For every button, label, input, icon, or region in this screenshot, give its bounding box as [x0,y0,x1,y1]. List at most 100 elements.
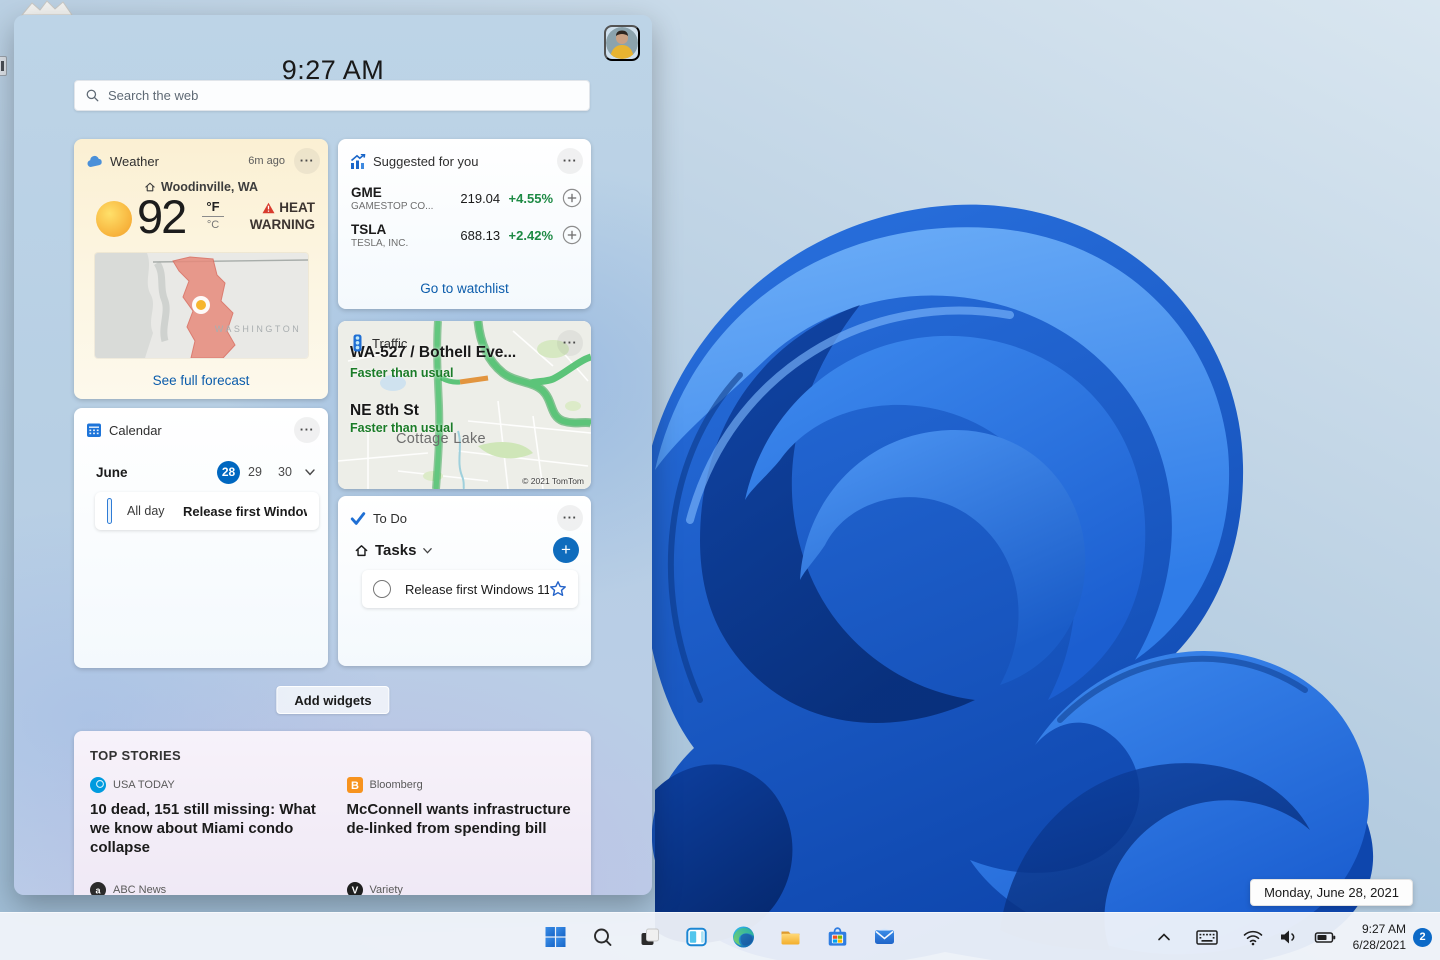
chevron-up-icon [1157,933,1170,941]
calendar-widget[interactable]: Calendar ··· June 28 29 30 All day Relea… [74,408,328,668]
search-input[interactable] [108,88,579,103]
tray-show-hidden-icons-button[interactable] [1151,925,1177,949]
screen: 9:27 AM Search the web Weather 6m ago ··… [0,0,1440,960]
taskbar-edge-button[interactable] [724,917,764,957]
heat-warning: HEAT WARNING [249,200,315,232]
unit-toggle[interactable]: °F °C [202,199,224,231]
news-story-partial[interactable]: a ABC News [90,882,319,895]
calendar-expand-chevron-icon[interactable] [304,466,316,478]
task-title: Release first Windows 11... [405,581,549,597]
usa-today-icon [90,777,106,793]
home-icon [355,544,368,556]
taskbar-store-button[interactable] [818,917,858,957]
story-headline: 10 dead, 151 still missing: What we know… [90,801,316,857]
weather-temperature: 92 [137,190,187,243]
taskbar-file-explorer-button[interactable] [771,917,811,957]
see-full-forecast-link[interactable]: See full forecast [74,373,328,388]
tray-wifi-button[interactable] [1237,923,1269,951]
todo-title: To Do [373,510,407,526]
unit-celsius[interactable]: °C [202,219,224,231]
speaker-icon [1280,930,1295,944]
wifi-icon [1243,930,1262,946]
calendar-more-button[interactable]: ··· [294,417,320,443]
story-source: Bloomberg [369,779,423,791]
weather-widget[interactable]: Weather 6m ago ··· Woodinville, WA 92 °F… [74,139,328,399]
chevron-down-icon[interactable] [422,545,433,556]
date-tooltip: Monday, June 28, 2021 [1250,879,1413,906]
map-place-label: Cottage Lake [396,431,486,447]
tray-battery-button[interactable] [1309,923,1341,951]
news-story[interactable]: B Bloomberg McConnell wants infrastructu… [346,777,576,857]
battery-icon [1314,932,1335,943]
add-to-watchlist-button[interactable] [562,188,582,208]
todo-list-name[interactable]: Tasks [375,542,416,559]
taskbar: 9:27 AM 6/28/2021 2 [0,912,1440,960]
abc-news-icon: a [90,882,106,895]
taskbar-widgets-button[interactable] [677,917,717,957]
weather-icon [87,155,102,167]
map-attribution: © 2021 TomTom [522,476,584,486]
web-search-bar[interactable] [74,80,590,111]
weather-more-button[interactable]: ··· [294,148,320,174]
traffic-more-button[interactable]: ··· [557,330,583,356]
news-story-partial[interactable]: V Variety [346,882,576,895]
notification-count-badge[interactable]: 2 [1413,927,1432,947]
traffic-widget[interactable]: Traffic ··· WA-527 / Bothell Eve... Fast… [338,321,591,489]
edge-browser-icon [733,926,754,948]
widgets-icon [686,927,707,947]
calendar-event[interactable]: All day Release first Windows 1... [95,492,319,530]
keyboard-icon [1195,930,1218,945]
story-source: Variety [369,884,403,895]
microsoft-store-icon [828,927,847,946]
event-time: All day [127,504,165,518]
tray-date: 6/28/2021 [1352,938,1406,952]
task-star-button[interactable] [549,580,567,598]
desktop-edge-icon [0,56,7,76]
add-to-watchlist-button[interactable] [562,225,582,245]
calendar-icon [87,423,101,437]
search-icon [86,89,99,102]
warning-triangle-icon [262,203,275,214]
taskbar-task-view-button[interactable] [630,917,670,957]
tray-clock[interactable]: 9:27 AM 6/28/2021 [1353,921,1406,953]
avatar-photo [606,27,638,59]
stocks-more-button[interactable]: ··· [557,148,583,174]
tray-volume-button[interactable] [1273,923,1303,951]
svg-text:B: B [351,780,359,792]
plus-circle-icon [562,225,582,245]
stock-row-gme[interactable]: GME GAMESTOP CO... 219.04 +4.55% [351,181,582,215]
star-icon [550,581,566,596]
todo-list-row: Tasks + [354,536,579,564]
todo-widget[interactable]: To Do ··· Tasks + Release first Windows … [338,496,591,666]
tray-touch-keyboard-button[interactable] [1191,923,1223,951]
calendar-day-29[interactable]: 29 [240,465,270,479]
calendar-month-row: June 28 29 30 [96,460,316,484]
search-icon [594,928,612,946]
calendar-month: June [96,464,128,480]
todo-more-button[interactable]: ··· [557,505,583,531]
weather-updated: 6m ago [248,155,285,167]
profile-avatar[interactable] [604,25,640,61]
task-checkbox[interactable] [373,580,391,598]
go-to-watchlist-link[interactable]: Go to watchlist [338,281,591,296]
desktop-icon-remnant [20,0,73,16]
stocks-title: Suggested for you [373,153,479,169]
windows-start-icon [545,927,566,947]
todo-task-item[interactable]: Release first Windows 11... [362,570,578,608]
add-task-button[interactable]: + [553,537,579,563]
mail-icon [875,928,894,944]
stock-row-tsla[interactable]: TSLA TESLA, INC. 688.13 +2.42% [351,218,582,252]
story-headline: McConnell wants infrastructure de-linked… [346,801,571,838]
add-widgets-button[interactable]: Add widgets [276,686,390,714]
stocks-widget[interactable]: Suggested for you ··· GME GAMESTOP CO...… [338,139,591,309]
news-story[interactable]: USA TODAY 10 dead, 151 still missing: Wh… [90,777,319,857]
taskbar-start-button[interactable] [536,917,576,957]
sun-icon [96,201,132,237]
calendar-day-30[interactable]: 30 [270,465,300,479]
unit-fahrenheit[interactable]: °F [202,199,224,214]
calendar-day-28[interactable]: 28 [217,460,240,484]
taskbar-mail-button[interactable] [865,917,905,957]
taskbar-search-button[interactable] [583,917,623,957]
traffic-title: Traffic [372,335,408,351]
weather-title: Weather [110,153,159,169]
